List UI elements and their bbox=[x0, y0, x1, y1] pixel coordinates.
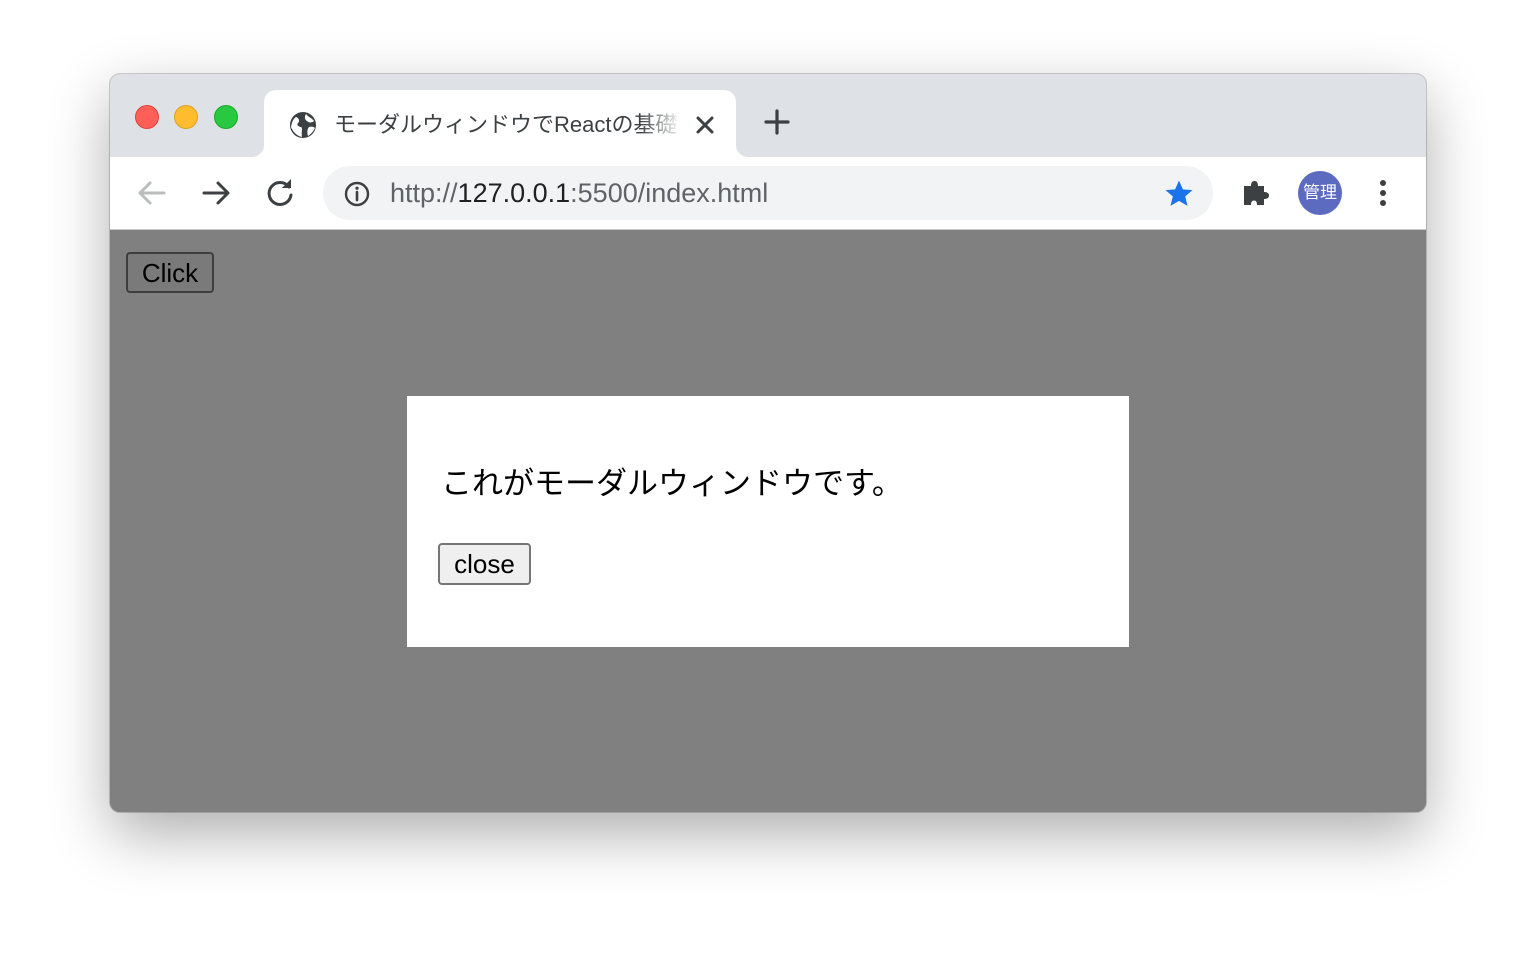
info-icon[interactable] bbox=[343, 180, 371, 208]
vertical-dots-icon[interactable] bbox=[1368, 177, 1398, 209]
address-bar[interactable]: http://127.0.0.1:5500/index.html bbox=[323, 166, 1213, 220]
close-icon[interactable] bbox=[692, 112, 718, 138]
arrow-right-icon[interactable] bbox=[198, 175, 234, 211]
browser-tab[interactable]: モーダルウィンドウでReactの基礎 bbox=[264, 90, 736, 157]
profile-avatar[interactable]: 管理 bbox=[1298, 171, 1342, 215]
globe-icon bbox=[290, 112, 316, 138]
title-bar: モーダルウィンドウでReactの基礎 bbox=[110, 74, 1426, 157]
url-path: :5500/index.html bbox=[570, 178, 769, 208]
close-window-button[interactable] bbox=[135, 105, 159, 129]
url-text[interactable]: http://127.0.0.1:5500/index.html bbox=[390, 178, 768, 208]
arrow-left-icon[interactable] bbox=[134, 175, 170, 211]
tab-title: モーダルウィンドウでReactの基礎 bbox=[334, 112, 678, 137]
url-scheme: http:// bbox=[390, 178, 458, 208]
open-modal-button[interactable]: Click bbox=[126, 252, 214, 293]
maximize-window-button[interactable] bbox=[214, 105, 238, 129]
minimize-window-button[interactable] bbox=[174, 105, 198, 129]
browser-toolbar: http://127.0.0.1:5500/index.html 管理 bbox=[110, 157, 1426, 230]
page-viewport: Click これがモーダルウィンドウです。 close bbox=[110, 230, 1426, 812]
browser-window: モーダルウィンドウでReactの基礎 http://127.0.0.1:5500… bbox=[110, 74, 1426, 812]
plus-icon[interactable] bbox=[762, 107, 792, 137]
url-host: 127.0.0.1 bbox=[457, 178, 571, 208]
reload-icon[interactable] bbox=[262, 175, 298, 211]
close-modal-button[interactable]: close bbox=[438, 543, 531, 585]
star-icon[interactable] bbox=[1163, 178, 1195, 210]
modal-message: これがモーダルウィンドウです。 bbox=[441, 466, 903, 502]
modal-dialog: これがモーダルウィンドウです。 close bbox=[407, 396, 1129, 647]
puzzle-icon[interactable] bbox=[1240, 177, 1272, 209]
